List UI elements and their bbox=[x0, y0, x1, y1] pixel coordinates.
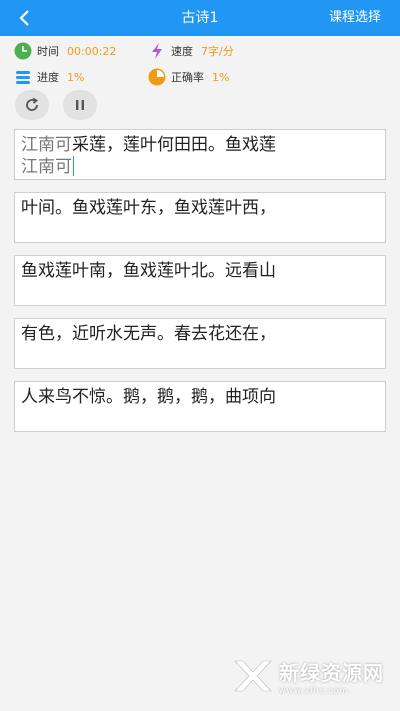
accuracy-stat: 正确率 1% bbox=[148, 67, 229, 87]
speed-stat: 速度 7字/分 bbox=[148, 41, 234, 61]
accuracy-value: 1% bbox=[212, 70, 230, 84]
refresh-icon bbox=[26, 97, 39, 111]
time-label: 时间 bbox=[37, 45, 59, 58]
speed-value: 7字/分 bbox=[201, 45, 234, 58]
typing-box-5[interactable]: 人来鸟不惊。鹅，鹅，鹅，曲项向 bbox=[14, 381, 386, 432]
reference-line-3: 鱼戏莲叶南，鱼戏莲叶北。远看山 bbox=[21, 261, 276, 281]
typing-box-4[interactable]: 有色，近听水无声。春去花还在， bbox=[14, 318, 386, 369]
pause-button[interactable] bbox=[63, 90, 97, 120]
watermark: 新绿资源网 www.xlhs.com bbox=[233, 657, 384, 695]
typing-box-1[interactable]: 江南可采莲，莲叶何田田。鱼戏莲 江南可 bbox=[14, 129, 386, 180]
top-bar: 古诗1 课程选择 bbox=[0, 0, 400, 36]
speed-label: 速度 bbox=[171, 45, 193, 58]
reference-line-1: 江南可采莲，莲叶何田田。鱼戏莲 bbox=[21, 134, 379, 156]
text-cursor bbox=[73, 156, 74, 176]
typing-box-3[interactable]: 鱼戏莲叶南，鱼戏莲叶北。远看山 bbox=[14, 255, 386, 306]
time-value: 00:00:22 bbox=[67, 44, 117, 58]
stack-icon bbox=[14, 68, 32, 86]
stats-panel: 时间 00:00:22 速度 7字/分 进度 1% 正确率 1% bbox=[0, 36, 400, 124]
clock-icon bbox=[14, 42, 32, 60]
accuracy-label: 正确率 bbox=[171, 71, 204, 84]
reference-line-2: 叶间。鱼戏莲叶东，鱼戏莲叶西， bbox=[21, 198, 276, 218]
time-stat: 时间 00:00:22 bbox=[14, 41, 116, 61]
typing-box-2[interactable]: 叶间。鱼戏莲叶东，鱼戏莲叶西， bbox=[14, 192, 386, 243]
completed-text: 江南可 bbox=[21, 135, 72, 155]
reference-line-4: 有色，近听水无声。春去花还在， bbox=[21, 324, 276, 344]
restart-button[interactable] bbox=[15, 90, 49, 120]
watermark-url: www.xlhs.com bbox=[279, 686, 349, 695]
progress-value: 1% bbox=[67, 70, 85, 84]
course-select-button[interactable]: 课程选择 bbox=[329, 0, 381, 36]
progress-label: 进度 bbox=[37, 71, 59, 84]
typed-text: 江南可 bbox=[21, 157, 72, 177]
watermark-name: 新绿资源网 bbox=[279, 661, 384, 685]
pie-chart-icon bbox=[148, 68, 166, 86]
reference-line-5: 人来鸟不惊。鹅，鹅，鹅，曲项向 bbox=[21, 387, 276, 407]
remaining-text: 采莲，莲叶何田田。鱼戏莲 bbox=[72, 135, 276, 155]
lightning-icon bbox=[148, 42, 166, 60]
pause-icon bbox=[76, 100, 84, 110]
watermark-logo-icon bbox=[234, 660, 272, 692]
progress-stat: 进度 1% bbox=[14, 67, 84, 87]
input-line-1[interactable]: 江南可 bbox=[21, 156, 379, 178]
